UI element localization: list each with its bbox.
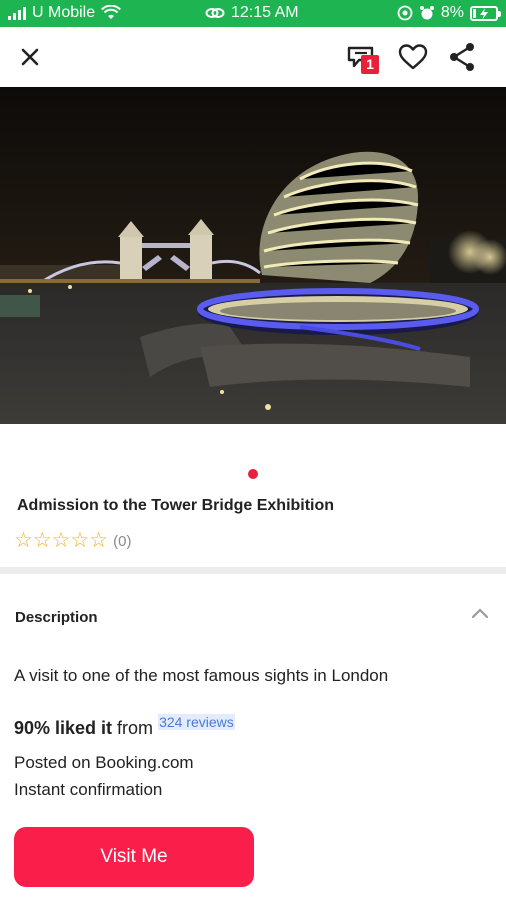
collapse-button[interactable] [470,606,490,620]
battery-icon [470,5,501,21]
cart-count-badge: 1 [361,55,379,74]
gallery-photo [0,87,506,424]
rating-stars: ☆☆☆☆☆ [14,529,109,552]
alarm-icon [419,6,434,20]
share-button[interactable] [446,41,478,73]
hero-image[interactable] [0,87,506,424]
share-icon [450,43,474,71]
reviews-link[interactable]: 324 reviews [158,714,235,730]
gallery-pagination [0,466,506,484]
favorite-button[interactable] [397,41,429,73]
rating-row: ☆☆☆☆☆ (0) [14,530,131,552]
liked-from: from [112,718,159,738]
instant-confirmation: Instant confirmation [14,780,163,799]
close-icon [21,48,39,66]
description-text: A visit to one of the most famous sights… [14,666,389,685]
status-right: 8% [397,4,501,22]
wifi-icon [101,5,122,19]
top-bar: 1 [0,27,506,87]
liked-value: 90% liked it [14,718,113,738]
section-divider [0,567,506,574]
visit-button[interactable]: Visit Me [14,827,254,887]
rating-count: (0) [113,532,132,550]
chevron-up-icon [471,608,489,619]
description-heading[interactable]: Description [15,609,98,626]
location-lock-icon [397,5,413,21]
status-left: U Mobile [8,4,122,22]
pagination-dot-active[interactable] [248,469,258,479]
signal-icon [8,6,26,20]
posted-on: Posted on Booking.com [14,753,194,772]
status-bar: U Mobile 12:15 AM 8% [0,0,506,27]
cart-button[interactable]: 1 [345,41,379,74]
close-button[interactable] [14,41,46,73]
heart-icon [398,44,428,70]
status-time: 12:15 AM [231,4,299,21]
product-title: Admission to the Tower Bridge Exhibition [17,497,335,514]
liked-line: 90% liked it from 324 reviews [14,714,235,739]
carrier-name: U Mobile [32,4,96,21]
battery-percent: 8% [440,4,464,21]
status-center: 12:15 AM [205,4,299,22]
link-icon [205,8,225,18]
